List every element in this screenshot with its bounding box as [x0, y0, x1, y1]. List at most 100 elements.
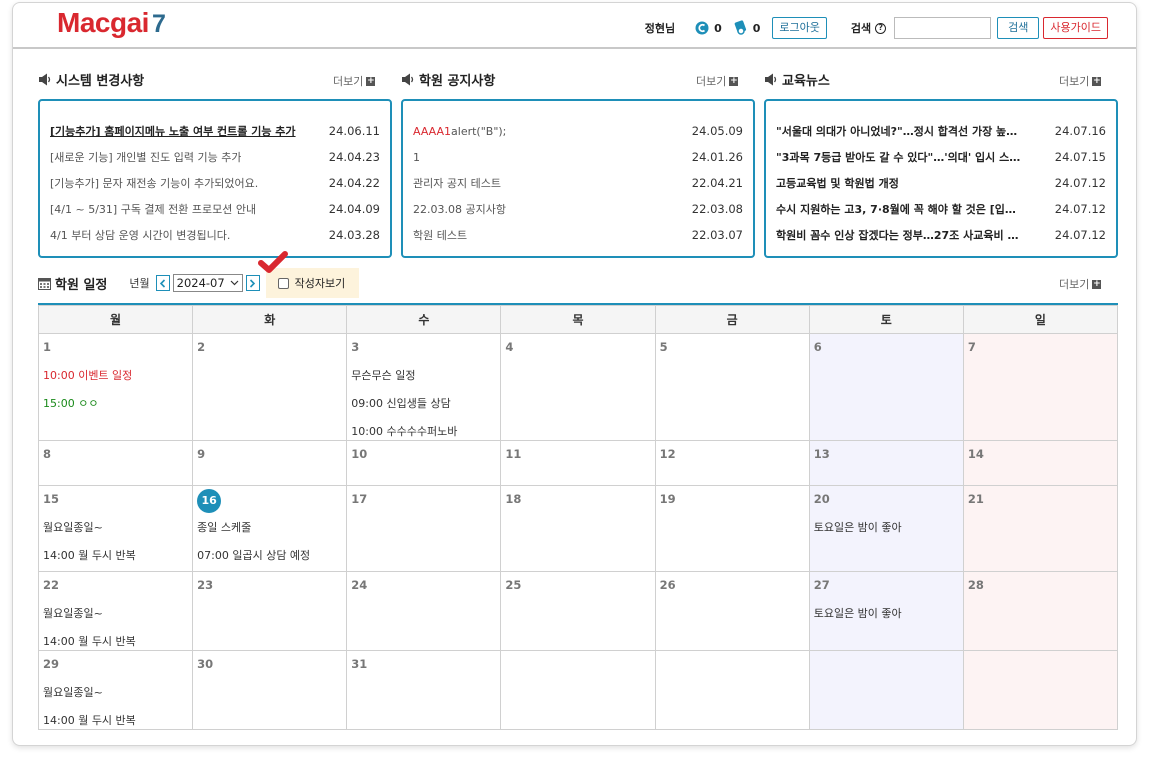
calendar-day-cell[interactable]: 25 [500, 571, 656, 651]
month-select[interactable]: 2024-07 [172, 274, 243, 292]
calendar-event[interactable]: 10:00 수수수수퍼노바 [351, 424, 496, 440]
calendar-event[interactable]: 종일 스케줄 [197, 520, 342, 536]
calendar-day-cell[interactable] [962, 650, 1119, 730]
coin-count: 0 [714, 21, 722, 35]
item-title[interactable]: "3과목 7등급 받아도 갈 수 있다"…'의대' 입시 스타트 [776, 149, 1026, 165]
calendar-day-cell[interactable]: 9 [192, 440, 348, 486]
calendar-day-cell[interactable] [808, 650, 964, 730]
calendar-event[interactable]: 월요일종일~ [43, 606, 188, 622]
calendar-day-cell[interactable]: 31 [346, 650, 502, 730]
item-title[interactable]: [4/1 ~ 5/31] 구독 결제 전환 프로모션 안내 [50, 201, 256, 217]
item-title[interactable]: "서울대 의대가 아니었네?"…정시 합격선 가장 높은 의대... [776, 123, 1026, 139]
calendar-day-cell[interactable]: 8 [37, 440, 194, 486]
calendar-event[interactable]: 09:00 신입생들 상담 [351, 396, 496, 412]
system-more-link[interactable]: 더보기 + [333, 73, 376, 89]
calendar-day-cell[interactable]: 12 [654, 440, 810, 486]
calendar-day-cell[interactable]: 26 [654, 571, 810, 651]
system-list-item[interactable]: [4/1 ~ 5/31] 구독 결제 전환 프로모션 안내 24.04.09 [50, 196, 380, 222]
item-title[interactable]: 수시 지원하는 고3, 7·8월에 꼭 해야 할 것은 [입시톡톡] [776, 201, 1026, 217]
calendar-more-link[interactable]: 더보기 + [1059, 276, 1102, 292]
calendar-event[interactable]: 토요일은 밤이 좋아 [814, 520, 959, 536]
author-view-toggle[interactable]: 작성자보기 [257, 251, 360, 298]
calendar-day-cell[interactable]: 18 [500, 485, 656, 572]
calendar-event[interactable]: 월요일종일~ [43, 520, 188, 536]
calendar-event[interactable]: 무슨무슨 일정 [351, 368, 496, 384]
notice-list-item[interactable]: 관리자 공지 테스트 22.04.21 [413, 170, 743, 196]
calendar-day-cell[interactable]: 27 토요일은 밤이 좋아 [808, 571, 964, 651]
system-list-item[interactable]: 4/1 부터 상담 운영 시간이 변경됩니다. 24.03.28 [50, 222, 380, 248]
item-title[interactable]: [기능추가] 홈페이지메뉴 노출 여부 컨트롤 기능 추가 [50, 123, 296, 139]
calendar-day-cell[interactable]: 7 [962, 333, 1119, 441]
news-list-item[interactable]: 고등교육법 및 학원법 개정 24.07.12 [776, 170, 1106, 196]
calendar-day-cell[interactable]: 19 [654, 485, 810, 572]
news-list-item[interactable]: 수시 지원하는 고3, 7·8월에 꼭 해야 할 것은 [입시톡톡] 24.07.… [776, 196, 1106, 222]
notice-list-item[interactable]: 학원 테스트 22.03.07 [413, 222, 743, 248]
item-title[interactable]: 학원 테스트 [413, 227, 467, 243]
calendar-event[interactable]: 14:00 월 두시 반복 [43, 548, 188, 564]
notice-list-item[interactable]: AAAA1alert("B"); 24.05.09 [413, 118, 743, 144]
calendar-day-cell[interactable]: 22 월요일종일~ 14:00 월 두시 반복 [37, 571, 194, 651]
item-title[interactable]: 4/1 부터 상담 운영 시간이 변경됩니다. [50, 227, 230, 243]
calendar-event[interactable]: 15:00 ㅇㅇ [43, 396, 188, 412]
user-guide-button[interactable]: 사용가이드 [1043, 17, 1108, 39]
calendar-event[interactable]: 07:00 일곱시 상담 예정 [197, 548, 342, 564]
calendar-day-cell[interactable]: 24 [346, 571, 502, 651]
logout-button[interactable]: 로그아웃 [772, 17, 827, 39]
calendar-day-cell[interactable]: 30 [192, 650, 348, 730]
calendar-day-cell[interactable] [500, 650, 656, 730]
item-date: 24.04.22 [328, 176, 380, 190]
app-window: Macgai 7 정현님 0 0 로그아웃 검색 ? 검색 사용가이드 시스템 … [12, 2, 1137, 746]
calendar-day-cell[interactable]: 23 [192, 571, 348, 651]
item-title[interactable]: 고등교육법 및 학원법 개정 [776, 175, 899, 191]
coin-stat[interactable]: 0 [695, 21, 722, 35]
ticket-stat[interactable]: 0 [734, 20, 760, 36]
calendar-day-cell[interactable]: 15 월요일종일~ 14:00 월 두시 반복 [37, 485, 194, 572]
calendar-day-cell[interactable]: 13 [808, 440, 964, 486]
help-icon[interactable]: ? [875, 22, 887, 34]
item-title[interactable]: [기능추가] 문자 재전송 기능이 추가되었어요. [50, 175, 258, 191]
calendar-day-cell[interactable]: 29 월요일종일~ 14:00 월 두시 반복 [37, 650, 194, 730]
calendar-day-cell[interactable]: 11 [500, 440, 656, 486]
item-title[interactable]: [새로운 기능] 개인별 진도 입력 기능 추가 [50, 149, 241, 165]
calendar-day-cell[interactable]: 4 [500, 333, 656, 441]
system-list-item[interactable]: [기능추가] 문자 재전송 기능이 추가되었어요. 24.04.22 [50, 170, 380, 196]
system-list-item[interactable]: [새로운 기능] 개인별 진도 입력 기능 추가 24.04.23 [50, 144, 380, 170]
calendar-day-cell[interactable] [654, 650, 810, 730]
notice-list-item[interactable]: 22.03.08 공지사항 22.03.08 [413, 196, 743, 222]
calendar-event[interactable]: 월요일종일~ [43, 685, 188, 701]
search-input[interactable] [894, 17, 992, 39]
author-view-checkbox[interactable] [277, 277, 289, 289]
item-title[interactable]: 학원비 꼼수 인상 잡겠다는 정부…27조 사교육비 꺾일까 [776, 227, 1026, 243]
calendar-day-cell[interactable]: 3 무슨무슨 일정 09:00 신입생들 상담 10:00 수수수수퍼노바 [346, 333, 502, 441]
item-title[interactable]: 관리자 공지 테스트 [413, 175, 501, 191]
calendar-event[interactable]: 14:00 월 두시 반복 [43, 634, 188, 650]
calendar-day-cell[interactable]: 5 [654, 333, 810, 441]
item-title[interactable]: 22.03.08 공지사항 [413, 201, 506, 217]
calendar-day-cell[interactable]: 2 [192, 333, 348, 441]
system-list-item[interactable]: [기능추가] 홈페이지메뉴 노출 여부 컨트롤 기능 추가 24.06.11 [50, 118, 380, 144]
calendar-day-cell[interactable]: 16 종일 스케줄 07:00 일곱시 상담 예정 [192, 485, 348, 572]
notice-list-item[interactable]: 1 24.01.26 [413, 144, 743, 170]
calendar-day-cell[interactable]: 1 10:00 이벤트 일정 15:00 ㅇㅇ [37, 333, 194, 441]
news-more-link[interactable]: 더보기 + [1059, 73, 1102, 89]
news-list-item[interactable]: "3과목 7등급 받아도 갈 수 있다"…'의대' 입시 스타트 24.07.15 [776, 144, 1106, 170]
news-list-item[interactable]: "서울대 의대가 아니었네?"…정시 합격선 가장 높은 의대... 24.07.… [776, 118, 1106, 144]
calendar-event[interactable]: 10:00 이벤트 일정 [43, 368, 188, 384]
prev-month-button[interactable] [155, 275, 170, 291]
calendar-day-cell[interactable]: 28 [962, 571, 1119, 651]
notice-more-link[interactable]: 더보기 + [696, 73, 739, 89]
search-button[interactable]: 검색 [997, 17, 1040, 39]
calendar-day-cell[interactable]: 6 [808, 333, 964, 441]
calendar-event[interactable]: 토요일은 밤이 좋아 [814, 606, 959, 622]
calendar-day-cell[interactable]: 21 [962, 485, 1119, 572]
calendar-day-cell[interactable]: 20 토요일은 밤이 좋아 [808, 485, 964, 572]
calendar-day-cell[interactable]: 14 [962, 440, 1119, 486]
calendar-day-cell[interactable]: 10 [346, 440, 502, 486]
item-title[interactable]: 1 [413, 151, 420, 164]
next-month-button[interactable] [245, 275, 260, 291]
logo[interactable]: Macgai 7 [57, 7, 166, 39]
item-title[interactable]: AAAA1alert("B"); [413, 125, 506, 138]
news-list-item[interactable]: 학원비 꼼수 인상 잡겠다는 정부…27조 사교육비 꺾일까 24.07.12 [776, 222, 1106, 248]
calendar-day-cell[interactable]: 17 [346, 485, 502, 572]
calendar-event[interactable]: 14:00 월 두시 반복 [43, 713, 188, 729]
